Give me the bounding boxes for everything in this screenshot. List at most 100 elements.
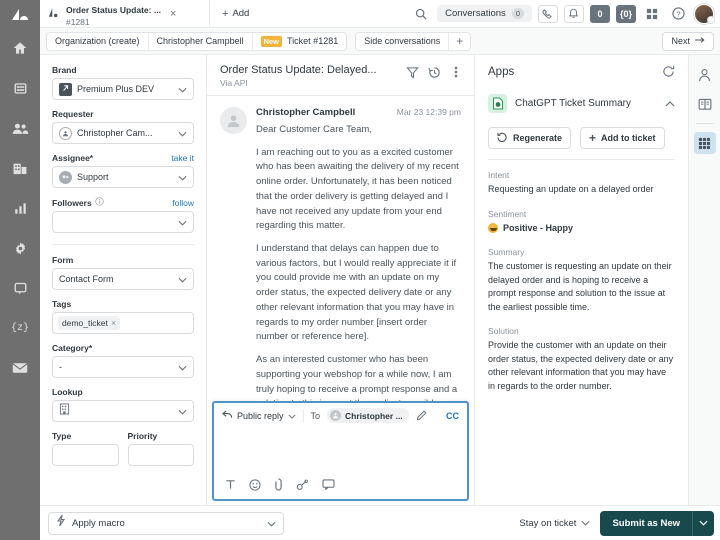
add-tab-button[interactable]: + Add: [210, 0, 261, 27]
apps-panel: Apps ChatGPT Ticket Summary Regenerate +…: [475, 55, 688, 505]
building-icon: [59, 402, 70, 420]
ticket-tab-active[interactable]: Order Status Update: ... #1281 ×: [40, 0, 210, 27]
form-select[interactable]: Contact Form: [52, 268, 194, 290]
status-badge: New: [260, 35, 283, 47]
sidebar-item-views[interactable]: [0, 68, 40, 108]
phone-icon[interactable]: [537, 4, 558, 23]
link-icon[interactable]: [296, 479, 309, 491]
search-icon[interactable]: [411, 5, 431, 23]
user-icon[interactable]: [694, 64, 716, 86]
chevron-down-icon: [178, 402, 187, 420]
conversations-button[interactable]: Conversations 0: [437, 5, 532, 22]
divider: [488, 159, 675, 160]
ticket-icon: [48, 5, 60, 23]
app-header-chatgpt-ticket-summary[interactable]: ChatGPT Ticket Summary: [488, 94, 675, 113]
section-label: Intent: [488, 170, 510, 180]
stay-on-ticket-selector[interactable]: Stay on ticket: [519, 518, 590, 529]
breadcrumb-item-requester[interactable]: Christopher Campbell: [149, 32, 253, 50]
plus-icon[interactable]: +: [449, 33, 470, 50]
sidebar-item-home[interactable]: [0, 28, 40, 68]
more-vertical-icon[interactable]: [448, 64, 464, 80]
sidebar-item-api[interactable]: {z}: [0, 308, 40, 348]
category-select[interactable]: -: [52, 356, 194, 378]
zendesk-logo-icon[interactable]: [0, 0, 40, 28]
refresh-icon[interactable]: [662, 65, 675, 78]
submit-as-new-button[interactable]: Submit as New: [600, 510, 693, 536]
history-icon[interactable]: [426, 64, 442, 80]
knowledge-book-icon[interactable]: [694, 93, 716, 115]
sidebar-item-customers[interactable]: [0, 108, 40, 148]
breadcrumb-item-organization[interactable]: Organization (create): [47, 32, 149, 50]
info-icon[interactable]: [94, 197, 104, 208]
reply-textarea[interactable]: [214, 428, 467, 472]
sidebar-item-chat[interactable]: [0, 268, 40, 308]
sidebar-item-admin[interactable]: [0, 228, 40, 268]
form-value: Contact Form: [59, 274, 114, 284]
submit-group: Submit as New: [600, 510, 715, 536]
submit-options-button[interactable]: [692, 510, 715, 536]
divider: [52, 244, 194, 245]
sidebar-item-organizations[interactable]: [0, 148, 40, 188]
filter-icon[interactable]: [404, 64, 420, 80]
follow-link[interactable]: follow: [172, 198, 194, 208]
apps-grid-icon[interactable]: [693, 132, 716, 154]
side-conversations-tab[interactable]: Side conversations: [356, 32, 450, 50]
message-timestamp: Mar 23 12:39 pm: [396, 107, 461, 117]
lookup-select[interactable]: [52, 400, 194, 422]
apply-macro-input[interactable]: Apply macro: [48, 511, 284, 535]
group-icon: [59, 170, 72, 184]
assignee-select[interactable]: Support: [52, 166, 194, 188]
field-category: Category* -: [52, 343, 194, 378]
composer-toolbar: [214, 472, 467, 499]
section-label: Solution: [488, 326, 519, 336]
tag-chip[interactable]: demo_ticket ×: [58, 316, 121, 330]
type-select[interactable]: [52, 444, 119, 466]
take-it-link[interactable]: take it: [171, 153, 194, 163]
reply-composer: Public reply To Christopher ... CC: [212, 401, 469, 501]
next-button[interactable]: Next: [662, 31, 714, 51]
recipient-chip[interactable]: Christopher ...: [327, 408, 409, 423]
attachment-icon[interactable]: [274, 478, 283, 491]
breadcrumb-item-ticket[interactable]: New Ticket #1281: [253, 33, 347, 50]
api-badge[interactable]: {0}: [615, 4, 636, 23]
close-icon[interactable]: ×: [167, 8, 179, 20]
section-sentiment: Sentiment Positive - Happy: [488, 209, 675, 236]
message-paragraph: I understand that delays can happen due …: [256, 243, 457, 343]
channel-selector[interactable]: Public reply: [222, 410, 296, 421]
add-to-ticket-button[interactable]: + Add to ticket: [580, 127, 665, 149]
requester-value: Christopher Cam...: [77, 128, 153, 138]
requester-select[interactable]: Christopher Cam...: [52, 122, 194, 144]
ticket-footer-bar: Apply macro Stay on ticket Submit as New: [40, 505, 720, 540]
text-format-icon[interactable]: [225, 479, 236, 490]
add-tab-label: Add: [232, 8, 250, 19]
help-icon[interactable]: ?: [668, 5, 688, 23]
cc-button[interactable]: CC: [446, 411, 459, 421]
emoji-icon[interactable]: [249, 478, 261, 491]
sidebar-item-mail[interactable]: [0, 348, 40, 388]
followers-select[interactable]: [52, 211, 194, 233]
svg-text:?: ?: [676, 10, 680, 19]
pencil-icon[interactable]: [416, 410, 427, 421]
regenerate-button[interactable]: Regenerate: [488, 127, 572, 149]
grid-icon[interactable]: [642, 5, 662, 23]
brand-select[interactable]: Premium Plus DEV: [52, 78, 194, 100]
ticket-tab-number: #1281: [66, 16, 90, 27]
breadcrumb-label: Organization (create): [55, 36, 140, 46]
bell-icon[interactable]: [563, 4, 584, 23]
section-solution: Solution Provide the customer with an up…: [488, 326, 675, 393]
divider: [695, 123, 714, 124]
close-icon[interactable]: ×: [111, 318, 116, 328]
conversations-label: Conversations: [445, 8, 506, 19]
section-value: Positive - Happy: [503, 222, 574, 233]
avatar[interactable]: [694, 3, 715, 24]
macro-comment-icon[interactable]: [322, 479, 335, 490]
field-followers: Followers follow: [52, 197, 194, 233]
priority-select[interactable]: [127, 444, 194, 466]
chevron-up-icon[interactable]: [665, 100, 675, 107]
sidebar-item-reporting[interactable]: [0, 188, 40, 228]
field-assignee: Assignee* take it Support: [52, 153, 194, 188]
unread-badge-count[interactable]: 0: [589, 4, 610, 23]
reply-arrow-icon: [222, 410, 233, 421]
chevron-down-icon: [267, 514, 276, 532]
tags-input[interactable]: demo_ticket ×: [52, 312, 194, 334]
